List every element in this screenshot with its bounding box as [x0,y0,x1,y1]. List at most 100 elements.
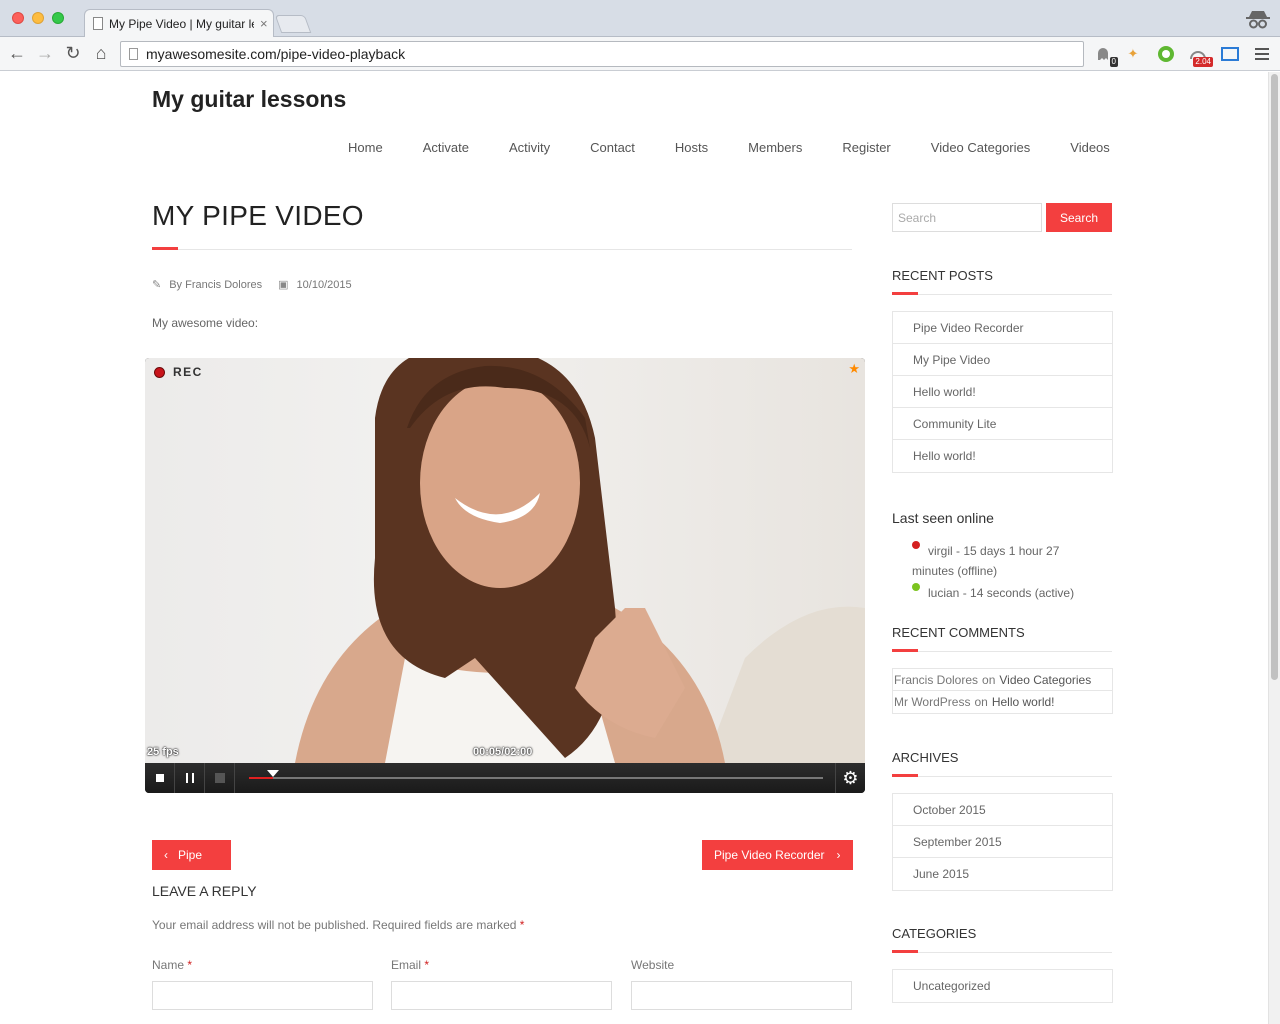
address-bar[interactable]: myawesomesite.com/pipe-video-playback [120,41,1084,67]
reply-title: LEAVE A REPLY [152,883,257,899]
window-close-button[interactable] [12,12,24,24]
forward-arrow-icon[interactable]: → [34,42,56,64]
record-dot-icon [154,366,165,378]
nav-item-activate[interactable]: Activate [403,140,489,155]
widget-divider [892,294,1112,295]
window-minimize-button[interactable] [32,12,44,24]
camera-icon [214,773,225,783]
extension-badge: 0 [1109,57,1118,67]
screen-capture-icon[interactable] [1220,44,1240,64]
pause-button[interactable] [175,763,205,793]
recent-posts-title: RECENT POSTS [892,268,993,283]
recent-post-item[interactable]: Hello world! [893,440,1112,472]
ghost-extension-icon[interactable]: 0 [1093,44,1118,67]
window-zoom-button[interactable] [52,12,64,24]
stop-button[interactable] [145,763,175,793]
nav-item-videos[interactable]: Videos [1050,140,1130,155]
post-date[interactable]: 10/10/2015 [297,279,352,291]
home-icon[interactable]: ⌂ [90,42,112,64]
comment-post-link[interactable]: Video Categories [999,673,1091,687]
nav-item-home[interactable]: Home [328,140,403,155]
previous-post-button[interactable]: ‹ Pipe [152,840,231,870]
comment-author[interactable]: Mr WordPress [894,695,970,709]
seek-progress [249,777,273,779]
widget-accent-bar [892,950,918,953]
site-title[interactable]: My guitar lessons [152,86,346,113]
widget-divider [892,651,1112,652]
last-seen-text[interactable]: virgil - 15 days 1 hour 27 minutes (offl… [912,544,1059,578]
nav-item-contact[interactable]: Contact [570,140,655,155]
document-icon [93,17,103,30]
browser-tab-active[interactable]: My Pipe Video | My guitar lessons × [84,9,274,37]
incognito-icon [1244,6,1272,32]
stop-icon [155,774,164,782]
video-woman-image [295,358,865,763]
website-field[interactable] [631,981,852,1010]
recent-comments-title: RECENT COMMENTS [892,625,1025,640]
star-icon[interactable]: ★ [848,361,860,377]
last-seen-text[interactable]: lucian - 14 seconds (active) [928,586,1074,600]
archives-list: October 2015 September 2015 June 2015 [892,793,1113,891]
settings-gear-icon[interactable]: ⚙ [835,763,865,793]
seek-bar[interactable] [249,777,823,779]
reload-icon[interactable]: ↻ [62,42,84,64]
new-tab-button[interactable] [274,15,312,33]
search-button[interactable]: Search [1046,203,1112,232]
fps-readout: 25 fps [147,746,179,758]
search-input[interactable]: Search [892,203,1042,232]
player-controls: ⚙ [145,763,865,793]
archive-item[interactable]: September 2015 [893,826,1112,858]
post-author[interactable]: By Francis Dolores [169,279,262,291]
categories-list: Uncategorized [892,969,1113,1003]
back-arrow-icon[interactable]: ← [6,42,28,64]
last-seen-item: virgil - 15 days 1 hour 27 minutes (offl… [912,541,1102,581]
chevron-left-icon: ‹ [164,848,168,862]
comment-author[interactable]: Francis Dolores [894,673,978,687]
post-meta: ✎ By Francis Dolores ▣ 10/10/2015 [152,278,352,292]
next-post-button[interactable]: Pipe Video Recorder › [702,840,853,870]
online-status-dot [912,583,920,591]
reply-note: Your email address will not be published… [152,918,524,932]
nav-item-video-categories[interactable]: Video Categories [911,140,1051,155]
nav-item-hosts[interactable]: Hosts [655,140,728,155]
recent-post-item[interactable]: My Pipe Video [893,344,1112,376]
page-icon [129,48,138,60]
recent-comments-list: Francis Dolores on Video Categories Mr W… [892,668,1113,714]
scrollbar-thumb[interactable] [1271,74,1278,680]
browser-tabstrip: My Pipe Video | My guitar lessons × [0,0,1280,37]
category-item[interactable]: Uncategorized [893,970,1112,1002]
recent-post-item[interactable]: Pipe Video Recorder [893,312,1112,344]
recent-post-item[interactable]: Hello world! [893,376,1112,408]
menu-icon[interactable] [1252,44,1272,64]
categories-title: CATEGORIES [892,926,977,941]
widget-divider [892,952,1112,953]
calendar-icon: ▣ [278,279,289,291]
video-frame[interactable]: REC ★ 25 fps 00:05/02:00 [145,358,865,763]
bird-extension-icon[interactable]: ✦ [1123,44,1143,64]
nav-item-register[interactable]: Register [822,140,910,155]
last-seen-title: Last seen online [892,510,994,526]
post-intro: My awesome video: [152,316,259,330]
required-mark: * [519,918,525,932]
recent-post-item[interactable]: Community Lite [893,408,1112,440]
tab-close-icon[interactable]: × [260,16,268,31]
archive-item[interactable]: June 2015 [893,858,1112,890]
website-label: Website [631,958,675,972]
seek-handle[interactable] [267,770,279,777]
video-player[interactable]: REC ★ 25 fps 00:05/02:00 ⚙ [145,358,865,793]
next-post-label: Pipe Video Recorder [714,848,825,862]
comment-post-link[interactable]: Hello world! [992,695,1055,709]
pause-icon [185,773,194,783]
name-field[interactable] [152,981,373,1010]
previous-post-label: Pipe [178,848,203,862]
evernote-extension-icon[interactable] [1156,44,1176,64]
nav-item-members[interactable]: Members [728,140,822,155]
camera-button[interactable] [205,763,235,793]
email-field[interactable] [391,981,612,1010]
speed-extension-icon[interactable]: 2.04 [1188,44,1213,67]
archives-title: ARCHIVES [892,750,959,765]
nav-item-activity[interactable]: Activity [489,140,570,155]
archive-item[interactable]: October 2015 [893,794,1112,826]
offline-status-dot [912,541,920,549]
rec-label: REC [173,365,203,379]
